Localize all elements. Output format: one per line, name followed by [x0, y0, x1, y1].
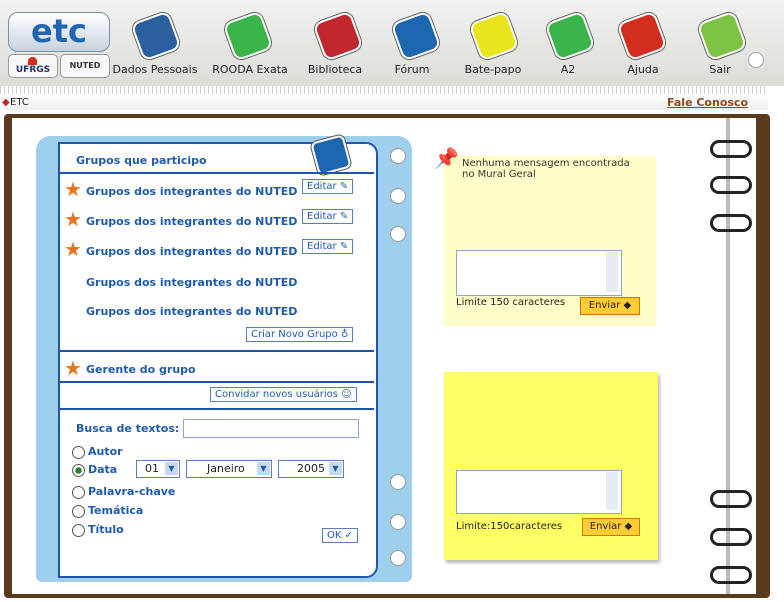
group-manager: Gerente do grupo: [86, 363, 196, 376]
binder-hole-icon: [748, 52, 764, 68]
nav-rooda-exata[interactable]: ROODA Exata: [210, 63, 290, 76]
year-select[interactable]: 2005 ▼: [278, 460, 344, 478]
groups-header: Grupos que participo: [76, 154, 207, 167]
scrollbar[interactable]: [606, 472, 618, 510]
radio-palavra-chave-label[interactable]: Palavra-chave: [88, 485, 175, 498]
radio-tematica[interactable]: [72, 505, 85, 518]
ok-label: OK: [327, 530, 342, 541]
day-select[interactable]: 01 ▼: [136, 460, 180, 478]
radio-titulo[interactable]: [72, 524, 85, 537]
star-icon: ★: [64, 356, 82, 380]
ok-icon: ✓: [344, 530, 354, 541]
note-send-button[interactable]: Enviar ◆: [582, 518, 640, 536]
group-item-3[interactable]: Grupos dos integrantes do NUTED: [86, 245, 297, 258]
day-value: 01: [145, 462, 159, 475]
breadcrumb-etc[interactable]: ETC: [10, 97, 29, 108]
binder-hole-icon: [390, 514, 406, 530]
note-textarea[interactable]: [456, 470, 622, 514]
spiral-ring-icon: [710, 214, 752, 232]
breadcrumb-bar: [4, 94, 768, 110]
scrollbar[interactable]: [606, 252, 618, 292]
search-input[interactable]: [183, 419, 359, 438]
back-arrow-icon[interactable]: ◆: [2, 97, 10, 108]
invite-label: Convidar novos usuários: [215, 389, 339, 400]
spiral-ring-icon: [710, 176, 752, 194]
nav-dados-pessoais[interactable]: Dados Pessoais: [110, 63, 200, 76]
radio-palavra-chave[interactable]: [72, 486, 85, 499]
star-icon: ★: [64, 177, 82, 201]
star-icon: ★: [64, 207, 82, 231]
month-select[interactable]: Janeiro ▼: [186, 460, 272, 478]
radio-tematica-label[interactable]: Temática: [88, 504, 143, 517]
pushpin-icon: 📌: [434, 146, 459, 170]
nav-a2[interactable]: A2: [550, 63, 586, 76]
note-limit: Limite:150caracteres: [456, 521, 563, 532]
nav-forum[interactable]: Fórum: [384, 63, 440, 76]
edit-group-2-button[interactable]: Editar ✎: [302, 209, 354, 224]
edit-button-label: Editar: [307, 211, 337, 222]
spiral-ring-icon: [710, 490, 752, 508]
binder-hole-icon: [390, 550, 406, 566]
nav-biblioteca[interactable]: Biblioteca: [300, 63, 370, 76]
edit-group-3-button[interactable]: Editar ✎: [302, 239, 354, 254]
chevron-down-icon: ▼: [329, 462, 342, 475]
search-label: Busca de textos:: [76, 422, 180, 435]
group-item-2[interactable]: Grupos dos integrantes do NUTED: [86, 215, 297, 228]
spiral-ring-icon: [710, 528, 752, 546]
send-label: Enviar: [589, 521, 622, 532]
binder-hole-icon: [390, 226, 406, 242]
spiral-ring-icon: [710, 566, 752, 584]
ruler-divider: [0, 86, 768, 94]
chevron-down-icon: ▼: [165, 462, 178, 475]
etc-logo[interactable]: etc: [8, 12, 110, 52]
nav-ajuda[interactable]: Ajuda: [618, 63, 668, 76]
nav-bate-papo[interactable]: Bate-papo: [460, 63, 526, 76]
fale-conosco-link[interactable]: Fale Conosco: [667, 96, 748, 109]
group-item-5[interactable]: Grupos dos integrantes do NUTED: [86, 305, 297, 318]
send-icon: ◆: [624, 521, 633, 532]
bulb-icon: ♁: [340, 329, 349, 340]
divider: [58, 350, 374, 352]
edit-group-1-button[interactable]: Editar ✎: [302, 179, 354, 194]
chevron-down-icon: ▼: [257, 462, 270, 475]
pencil-icon: ✎: [339, 241, 349, 252]
pencil-icon: ✎: [339, 181, 349, 192]
divider: [58, 381, 374, 383]
edit-button-label: Editar: [307, 181, 337, 192]
create-group-button[interactable]: Criar Novo Grupo ♁: [246, 327, 354, 342]
group-item-1[interactable]: Grupos dos integrantes do NUTED: [86, 185, 297, 198]
group-item-4[interactable]: Grupos dos integrantes do NUTED: [86, 276, 297, 289]
spiral-ring-icon: [710, 140, 752, 158]
nav-sair[interactable]: Sair: [700, 63, 740, 76]
mural-limit: Limite 150 caracteres: [456, 297, 566, 308]
binder-hole-icon: [390, 148, 406, 164]
binder-hole-icon: [390, 474, 406, 490]
invite-users-button[interactable]: Convidar novos usuários ☺: [210, 387, 357, 402]
edit-button-label: Editar: [307, 241, 337, 252]
ok-button[interactable]: OK ✓: [322, 528, 359, 543]
year-value: 2005: [297, 462, 325, 475]
radio-titulo-label[interactable]: Título: [88, 523, 124, 536]
radio-data[interactable]: [72, 464, 85, 477]
send-icon: ◆: [623, 300, 632, 311]
smile-icon: ☺: [341, 389, 352, 400]
create-group-label: Criar Novo Grupo: [251, 329, 338, 340]
radio-autor-label[interactable]: Autor: [88, 445, 123, 458]
star-icon: ★: [64, 237, 82, 261]
mural-textarea[interactable]: [456, 250, 622, 296]
nuted-logo[interactable]: NUTED: [60, 54, 110, 78]
ufrgs-logo[interactable]: UFRGS: [8, 54, 58, 78]
send-label: Enviar: [588, 300, 621, 311]
divider: [58, 172, 374, 174]
mural-message: Nenhuma mensagem encontrada no Mural Ger…: [462, 158, 630, 180]
pencil-icon: ✎: [339, 211, 349, 222]
mural-send-button[interactable]: Enviar ◆: [580, 297, 640, 315]
binder-hole-icon: [390, 188, 406, 204]
radio-autor[interactable]: [72, 446, 85, 459]
month-value: Janeiro: [207, 462, 245, 475]
divider: [58, 408, 374, 410]
radio-data-label[interactable]: Data: [88, 463, 117, 476]
